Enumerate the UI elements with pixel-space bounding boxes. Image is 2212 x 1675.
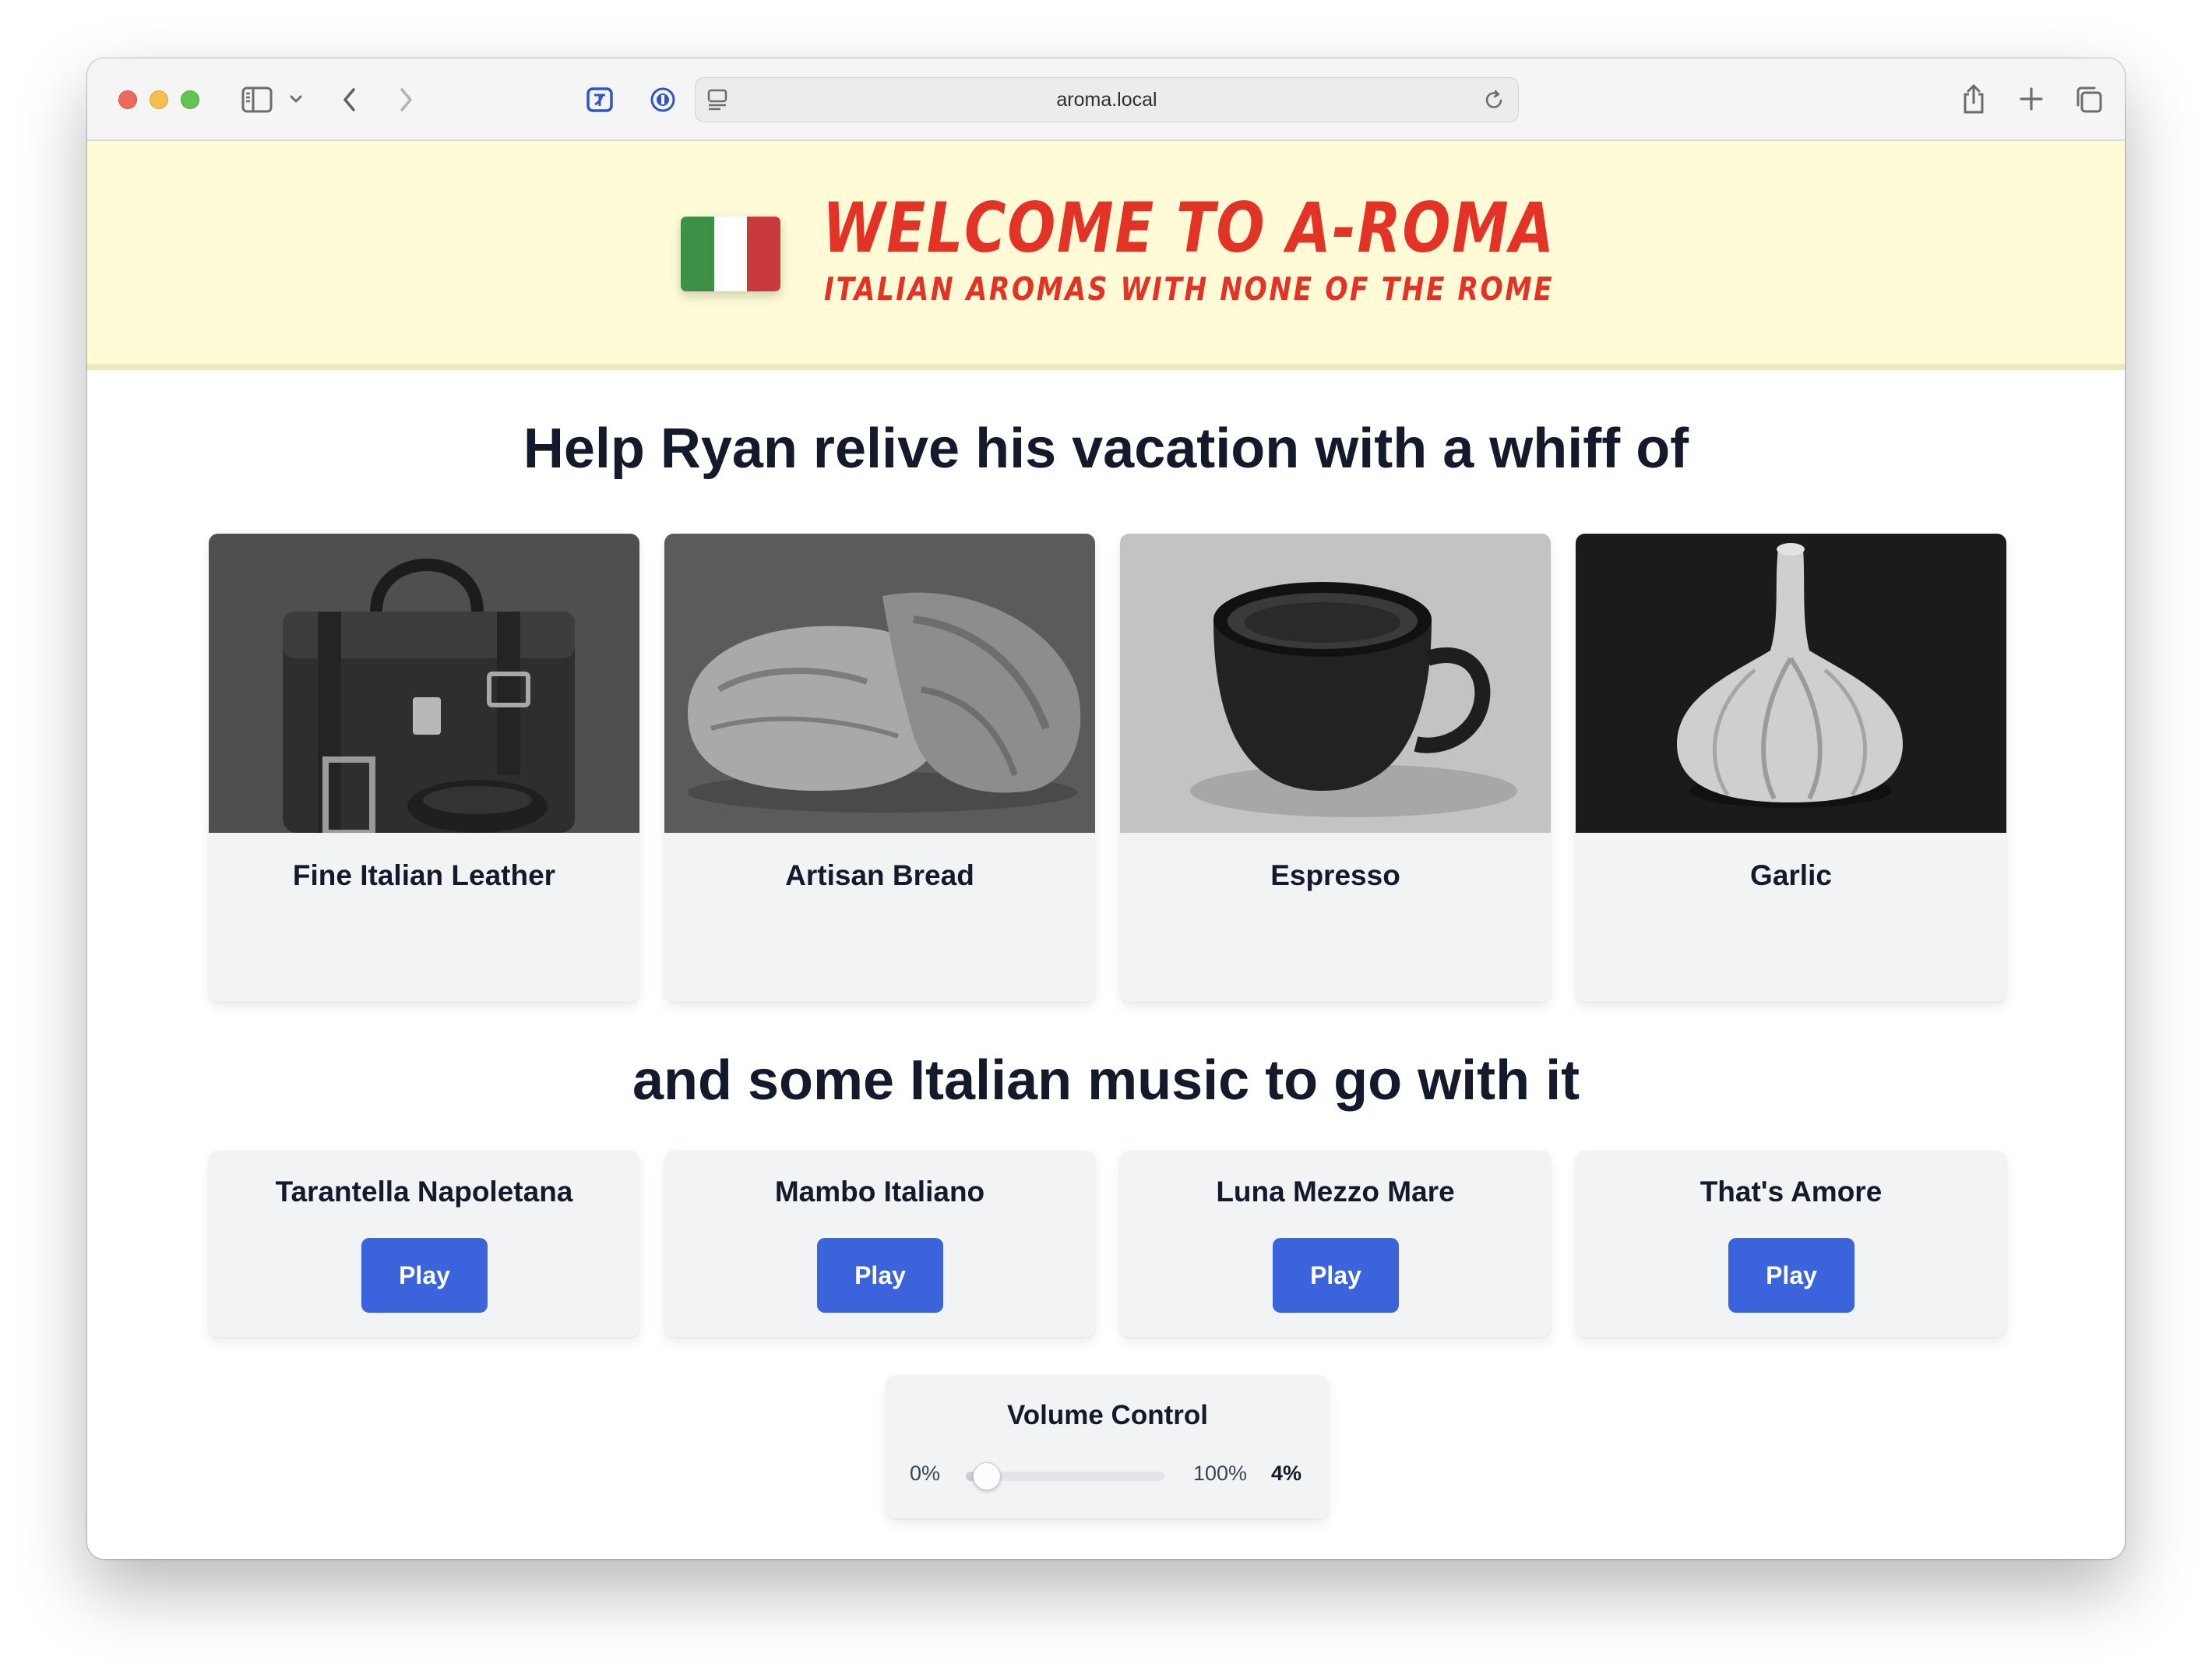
espresso-cup-image — [1120, 534, 1551, 833]
aroma-card-espresso[interactable]: Espresso — [1120, 534, 1551, 1002]
play-button[interactable]: Play — [361, 1238, 488, 1313]
back-icon[interactable] — [338, 85, 361, 115]
aroma-label: Espresso — [1270, 859, 1400, 891]
hero-banner: WELCOME TO A-ROMA ITALIAN AROMAS WITH NO… — [87, 141, 2125, 370]
song-card: That's Amore Play — [1576, 1151, 2006, 1337]
sidebar-icon[interactable] — [240, 85, 274, 115]
minimize-window-button[interactable] — [150, 90, 168, 109]
browser-window: aroma.local WELCOME TO A-ROMA ITALIAN AR… — [87, 58, 2125, 1559]
play-button[interactable]: Play — [1273, 1238, 1399, 1313]
volume-slider[interactable] — [966, 1462, 1164, 1490]
aroma-label: Garlic — [1750, 859, 1832, 891]
aroma-heading: Help Ryan relive his vacation with a whi… — [523, 418, 1689, 480]
hero-subtitle: ITALIAN AROMAS WITH NONE OF THE ROME — [824, 270, 1555, 308]
garlic-bulb-image — [1576, 534, 2006, 833]
close-window-button[interactable] — [118, 90, 137, 109]
song-title: That's Amore — [1700, 1176, 1883, 1208]
aroma-card-garlic[interactable]: Garlic — [1576, 534, 2006, 1002]
forward-icon[interactable] — [394, 85, 417, 115]
password-extension-icon[interactable] — [648, 85, 678, 115]
browser-toolbar: aroma.local — [87, 58, 2125, 141]
aroma-card-bread[interactable]: Artisan Bread — [664, 534, 1095, 1002]
italian-flag-icon — [681, 217, 780, 291]
zoom-window-button[interactable] — [181, 90, 199, 109]
address-bar[interactable]: aroma.local — [695, 77, 1519, 122]
translate-extension-icon[interactable] — [584, 83, 617, 116]
url-text[interactable]: aroma.local — [696, 78, 1518, 123]
song-title: Tarantella Napoletana — [275, 1176, 573, 1208]
share-icon[interactable] — [1960, 82, 1988, 116]
song-title: Mambo Italiano — [774, 1176, 985, 1208]
volume-slider-thumb[interactable] — [972, 1462, 1001, 1490]
volume-value: 4% — [1271, 1462, 1302, 1485]
song-card: Luna Mezzo Mare Play — [1120, 1151, 1551, 1337]
tab-overview-icon[interactable] — [2073, 84, 2105, 115]
bread-loaf-image — [664, 534, 1095, 833]
song-title: Luna Mezzo Mare — [1216, 1176, 1455, 1208]
aroma-label: Artisan Bread — [785, 859, 974, 891]
volume-control-panel: Volume Control 0% 100% 4% — [886, 1375, 1329, 1518]
volume-max-label: 100% — [1193, 1462, 1248, 1485]
song-card: Mambo Italiano Play — [664, 1151, 1095, 1337]
aroma-label: Fine Italian Leather — [292, 859, 556, 891]
leather-bag-image — [209, 534, 639, 833]
play-button[interactable]: Play — [817, 1238, 943, 1313]
page-content: WELCOME TO A-ROMA ITALIAN AROMAS WITH NO… — [87, 141, 2125, 1559]
reload-icon[interactable] — [1482, 87, 1507, 112]
chevron-down-icon[interactable] — [288, 91, 304, 107]
volume-min-label: 0% — [910, 1462, 941, 1485]
music-heading: and some Italian music to go with it — [632, 1049, 1580, 1112]
volume-title: Volume Control — [1007, 1400, 1208, 1430]
aroma-card-leather[interactable]: Fine Italian Leather — [209, 534, 639, 1002]
play-button[interactable]: Play — [1728, 1238, 1854, 1313]
new-tab-icon[interactable] — [2017, 85, 2045, 113]
hero-title: WELCOME TO A-ROMA — [822, 188, 1555, 268]
song-card: Tarantella Napoletana Play — [209, 1151, 639, 1337]
